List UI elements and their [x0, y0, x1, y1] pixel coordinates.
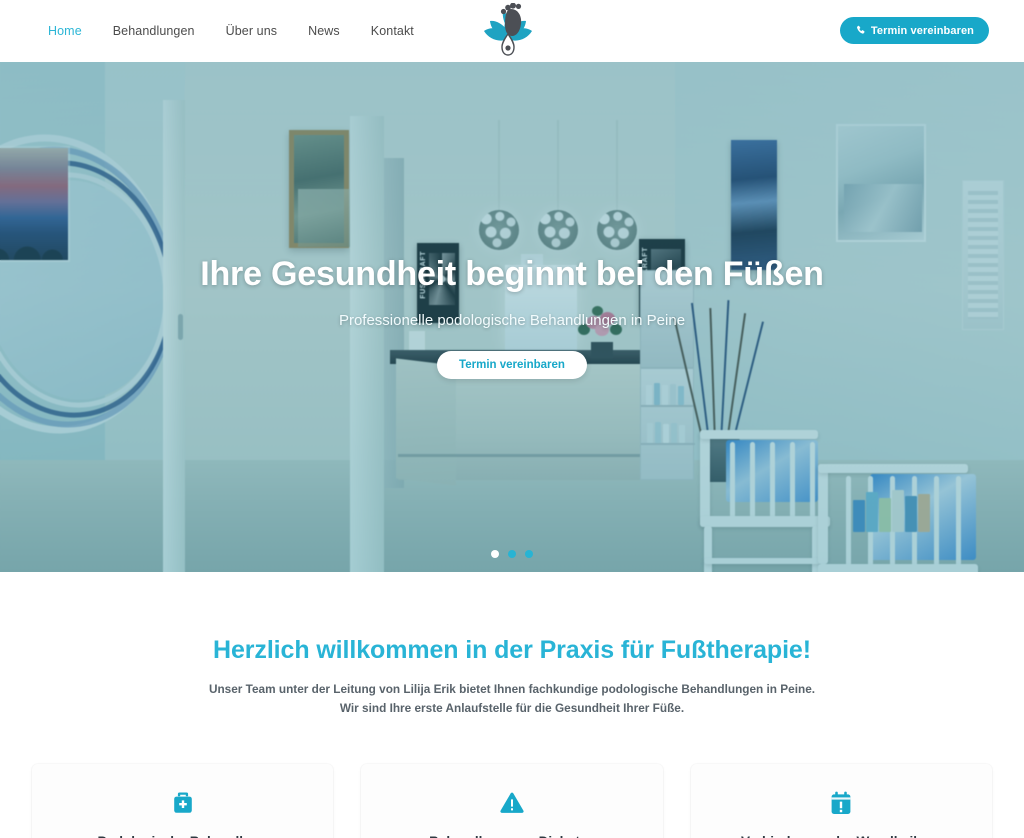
carousel-dot-2[interactable]	[508, 550, 516, 558]
nav-item-news[interactable]: News	[308, 25, 340, 38]
carousel-dot-3[interactable]	[525, 550, 533, 558]
nav-item-kontakt[interactable]: Kontakt	[371, 25, 414, 38]
service-card-verhinderung-der-wundheilung[interactable]: Verhinderung der Wundheilung Vorbeugende…	[690, 763, 992, 838]
welcome-line-2: Wir sind Ihre erste Anlaufstelle für die…	[339, 701, 685, 716]
warning-triangle-icon	[379, 786, 644, 820]
phone-icon	[856, 25, 865, 34]
nav-item-home[interactable]: Home	[48, 25, 82, 38]
calendar-alert-icon	[709, 786, 974, 820]
service-card-title: Podologische Behandlung	[50, 834, 315, 838]
service-card-behandlung-von-diabetes[interactable]: Behandlung von Diabetes Spezialisierte B…	[361, 763, 663, 838]
carousel-dots	[0, 550, 1024, 558]
services-cards: Podologische Behandlung Fachgerechte Fuß…	[0, 763, 1024, 838]
service-card-podologische-behandlung[interactable]: Podologische Behandlung Fachgerechte Fuß…	[32, 763, 334, 838]
nav-item-ueber-uns[interactable]: Über uns	[226, 25, 278, 38]
foot-lotus-logo[interactable]	[477, 2, 539, 59]
nav-item-behandlungen[interactable]: Behandlungen	[113, 25, 195, 38]
hero-appointment-button[interactable]: Termin vereinbaren	[437, 351, 587, 380]
header-appointment-button[interactable]: Termin vereinbaren	[839, 17, 989, 44]
welcome-section: Herzlich willkommen in der Praxis für Fu…	[0, 572, 1024, 719]
medical-bag-icon	[50, 786, 315, 820]
main-navigation: Home Behandlungen Über uns News Kontakt	[48, 25, 414, 38]
hero-subtitle: Professionelle podologische Behandlungen…	[338, 312, 686, 330]
hero-title: Ihre Gesundheit beginnt bei den Füßen	[200, 255, 824, 293]
site-header: Home Behandlungen Über uns News Kontakt	[0, 0, 1024, 62]
carousel-dot-1[interactable]	[491, 550, 499, 558]
header-appointment-label: Termin vereinbaren	[870, 24, 974, 37]
service-card-title: Verhinderung der Wundheilung	[709, 834, 974, 838]
welcome-line-1: Unser Team unter der Leitung von Lilija …	[208, 682, 816, 696]
hero-carousel: FUSSKRAFT FUSSKRAFT	[0, 62, 1024, 572]
service-card-title: Behandlung von Diabetes	[379, 834, 644, 838]
welcome-heading: Herzlich willkommen in der Praxis für Fu…	[213, 636, 811, 664]
